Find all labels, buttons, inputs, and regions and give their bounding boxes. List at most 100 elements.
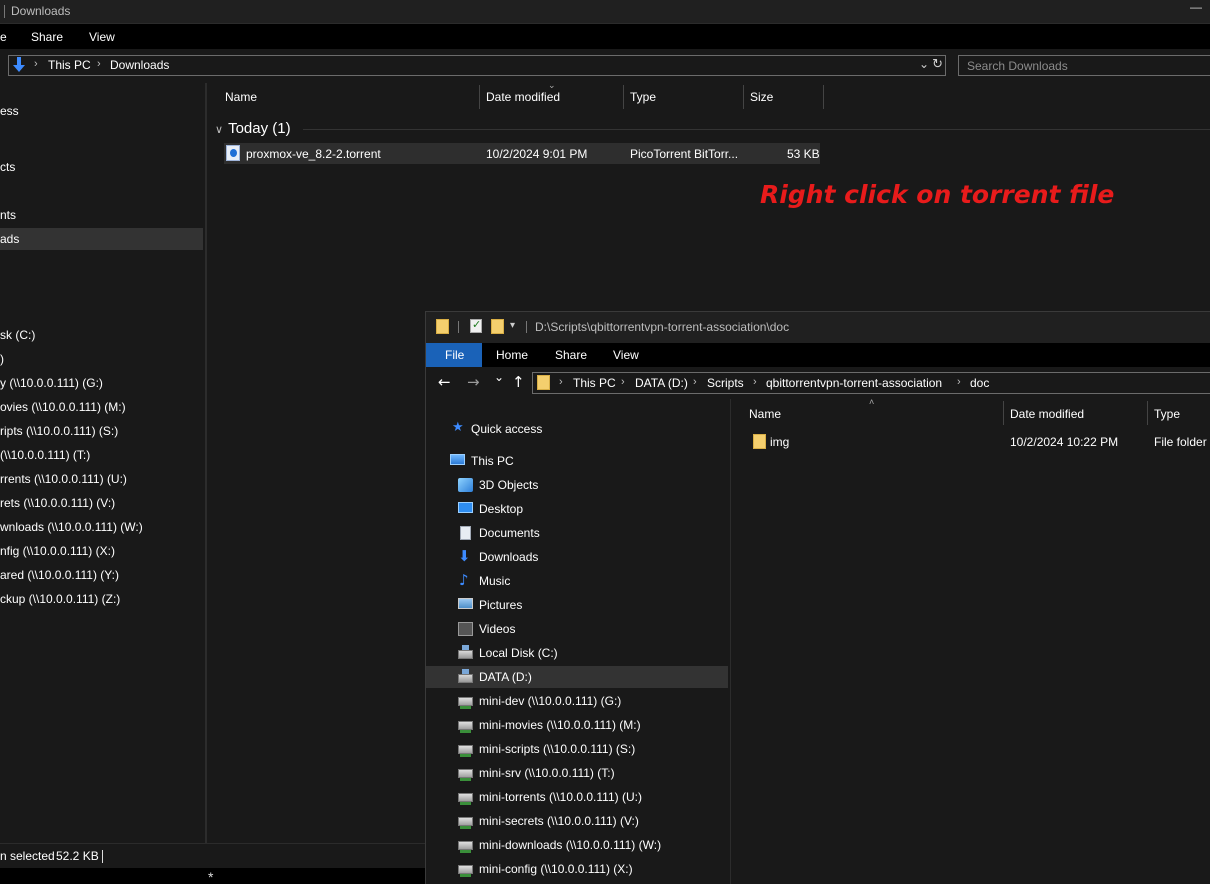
column-divider[interactable] [1003,401,1004,425]
tree-item-videos[interactable]: Videos [426,618,728,640]
column-header-type[interactable]: Type [630,90,656,104]
tab-home[interactable]: Home [496,348,528,362]
tree-item-mini-config[interactable]: mini-config (\\10.0.0.111) (X:) [426,858,728,880]
nav-item-label: wnloads (\\10.0.0.111) (W:) [0,520,143,534]
file-date: 10/2/2024 9:01 PM [486,147,588,161]
network-drive-icon [458,721,473,733]
tree-item-mini-dev[interactable]: mini-dev (\\10.0.0.111) (G:) [426,690,728,712]
nav-item[interactable]: (\\10.0.0.111) (T:) [0,444,203,466]
tree-item-3d-objects[interactable]: 3D Objects [426,474,728,496]
column-header-date[interactable]: Date modified [1010,407,1084,421]
file-row[interactable]: img 10/2/2024 10:22 PM File folder [748,430,1210,452]
column-header-date[interactable]: Date modified [486,90,560,104]
tab-view[interactable]: View [613,348,639,362]
column-header-size[interactable]: Size [750,90,773,104]
nav-item[interactable]: rrents (\\10.0.0.111) (U:) [0,468,203,490]
breadcrumb-this-pc[interactable]: This PC [48,58,91,72]
tree-item-downloads[interactable]: ⬇ Downloads [426,546,728,568]
breadcrumb-downloads[interactable]: Downloads [110,58,169,72]
nav-item[interactable]: ) [0,348,203,370]
tree-item-mini-secrets[interactable]: mini-secrets (\\10.0.0.111) (V:) [426,810,728,832]
tree-item-mini-movies[interactable]: mini-movies (\\10.0.0.111) (M:) [426,714,728,736]
status-size: 52.2 KB [56,849,99,863]
new-folder-icon[interactable] [491,319,504,334]
nav-item[interactable]: nts [0,204,203,226]
search-box[interactable] [958,55,1210,76]
tab-home[interactable]: e [0,30,7,44]
nav-item[interactable]: ovies (\\10.0.0.111) (M:) [0,396,203,418]
recent-locations-chevron-icon[interactable]: ⌄ [494,370,504,384]
tab-file-label: File [445,348,465,362]
annotation-text: Right click on torrent file [760,180,1115,209]
tab-view[interactable]: View [89,30,115,44]
tree-item-quick-access[interactable]: ★ Quick access [426,418,728,440]
tree-item-mini-downloads[interactable]: mini-downloads (\\10.0.0.111) (W:) [426,834,728,856]
properties-check-icon[interactable] [470,318,482,333]
column-divider[interactable] [479,85,480,109]
nav-item[interactable]: y (\\10.0.0.111) (G:) [0,372,203,394]
breadcrumb-this-pc[interactable]: This PC [573,376,616,390]
tree-item-mini-scripts[interactable]: mini-scripts (\\10.0.0.111) (S:) [426,738,728,760]
tree-item-data-d[interactable]: DATA (D:) [426,666,728,688]
nav-item[interactable]: ckup (\\10.0.0.111) (Z:) [0,588,203,610]
breadcrumb-doc[interactable]: doc [970,376,989,390]
forward-arrow-icon[interactable]: → [467,373,480,391]
tab-share[interactable]: Share [555,348,587,362]
bottom-strip: * [0,868,430,884]
tree-item-mini-srv[interactable]: mini-srv (\\10.0.0.111) (T:) [426,762,728,784]
nav-item[interactable]: ess [0,100,203,122]
nav-item-downloads[interactable]: ads [0,228,203,250]
column-divider[interactable] [823,85,824,109]
nav-item[interactable]: wnloads (\\10.0.0.111) (W:) [0,516,203,538]
breadcrumb-scripts[interactable]: Scripts [707,376,744,390]
tree-item-pictures[interactable]: Pictures [426,594,728,616]
tab-share[interactable]: Share [31,30,63,44]
refresh-icon[interactable]: ↻ [932,56,943,72]
tab-file[interactable]: File [426,343,482,367]
breadcrumb-qbittorrentvpn[interactable]: qbittorrentvpn-torrent-association [766,376,942,390]
sort-chevron-icon: ˄ [869,397,875,407]
nav-item[interactable]: rets (\\10.0.0.111) (V:) [0,492,203,514]
file-row[interactable]: proxmox-ve_8.2-2.torrent 10/2/2024 9:01 … [224,143,820,164]
back-arrow-icon[interactable]: ← [438,373,451,391]
up-arrow-icon[interactable]: ↑ [512,373,525,391]
column-divider[interactable] [623,85,624,109]
nav-item[interactable]: cts [0,156,203,178]
column-header-type[interactable]: Type [1154,407,1180,421]
tree-item-music[interactable]: ♪ Music [426,570,728,592]
title-bar: Downloads — [0,0,1210,24]
column-divider[interactable] [743,85,744,109]
chevron-right-icon: › [693,376,697,388]
network-drive-icon [458,865,473,877]
network-drive-icon [458,817,473,829]
tree-item-this-pc[interactable]: This PC [426,450,728,472]
nav-item[interactable]: sk (C:) [0,324,203,346]
nav-item[interactable]: ripts (\\10.0.0.111) (S:) [0,420,203,442]
column-header-name[interactable]: Name [749,407,781,421]
file-type: PicoTorrent BitTorr... [630,147,739,161]
breadcrumb-data-d[interactable]: DATA (D:) [635,376,688,390]
address-bar[interactable]: › This PC › Downloads ⌄ ↻ [8,55,946,76]
nav-item-label: ads [0,232,20,246]
tree-item-label: mini-secrets (\\10.0.0.111) (V:) [479,814,639,828]
nav-item[interactable]: ared (\\10.0.0.111) (Y:) [0,564,203,586]
tree-item-mini-torrents[interactable]: mini-torrents (\\10.0.0.111) (U:) [426,786,728,808]
customize-toolbar-chevron-icon[interactable]: ▾ [510,320,515,331]
folder-icon [436,319,449,334]
tree-item-documents[interactable]: Documents [426,522,728,544]
doc-window: ▾ D:\Scripts\qbittorrentvpn-torrent-asso… [425,311,1210,884]
tree-item-local-disk[interactable]: Local Disk (C:) [426,642,728,664]
chevron-down-icon[interactable]: ⌄ [919,57,929,71]
navigation-row: ← → ⌄ ↑ › This PC › DATA (D:) › Scripts … [426,367,1210,399]
address-bar[interactable]: › This PC › DATA (D:) › Scripts › qbitto… [532,372,1210,394]
nav-item[interactable]: nfig (\\10.0.0.111) (X:) [0,540,203,562]
minimize-button[interactable]: — [1190,0,1202,14]
tree-item-desktop[interactable]: Desktop [426,498,728,520]
group-divider [303,129,1210,130]
search-input[interactable] [959,56,1210,75]
column-header-name[interactable]: Name [225,90,257,104]
column-divider[interactable] [1147,401,1148,425]
folder-icon [753,434,766,449]
tree-item-label: mini-movies (\\10.0.0.111) (M:) [479,718,641,732]
group-header-today[interactable]: ∨ Today (1) [215,120,291,137]
